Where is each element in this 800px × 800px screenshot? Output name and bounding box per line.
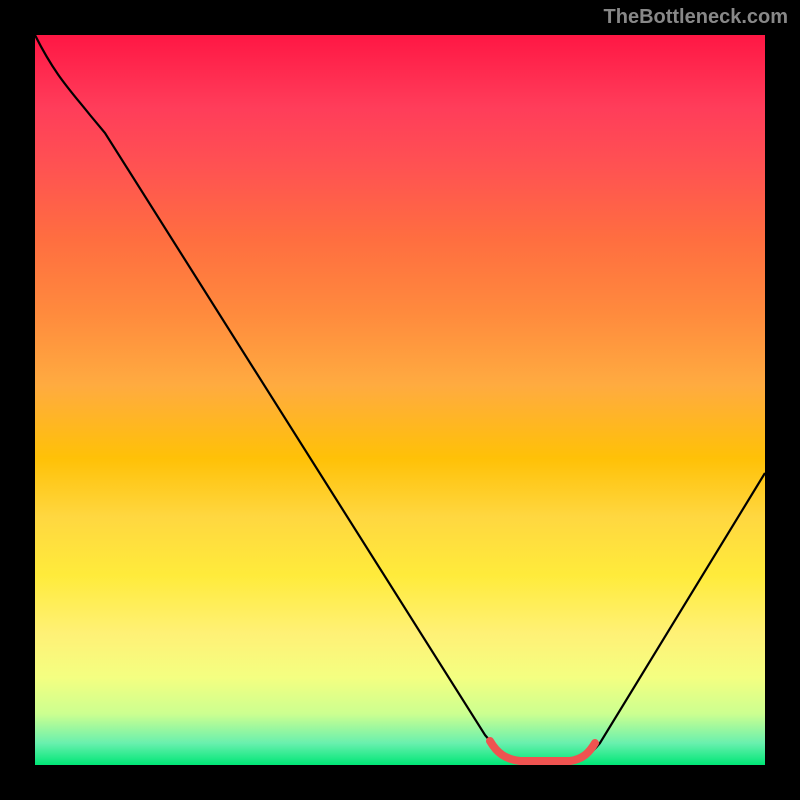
watermark-text: TheBottleneck.com (604, 6, 788, 29)
gradient-background (35, 35, 765, 765)
chart-plot-area (35, 35, 765, 765)
